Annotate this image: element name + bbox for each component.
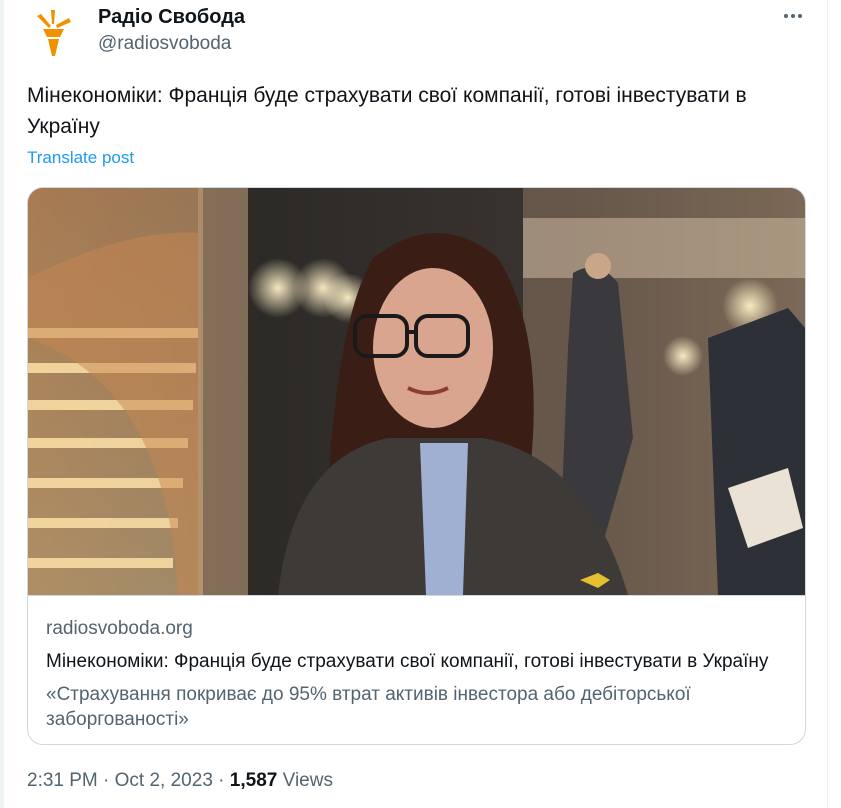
views-label: Views [282,770,333,791]
author-name[interactable]: Радіо Свобода [98,5,245,29]
link-card[interactable]: radiosvoboda.org Мінекономіки: Франція б… [27,187,806,745]
timeline-left-border [0,0,4,808]
tweet-date[interactable]: Oct 2, 2023 [115,770,213,791]
tweet-time[interactable]: 2:31 PM [27,770,98,791]
card-description: «Страхування покриває до 95% втрат актив… [46,684,691,730]
translate-post-link[interactable]: Translate post [27,148,134,168]
more-dot [784,14,788,18]
tweet-meta: 2:31 PM · Oct 2, 2023 · 1,587 Views [27,769,333,793]
card-domain: radiosvoboda.org [46,618,193,639]
card-title: Мінекономіки: Франція буде страхувати св… [46,651,769,672]
more-dot [798,14,802,18]
meta-separator: · [103,770,110,791]
views-count: 1,587 [229,770,278,791]
tweet-text: Мінекономіки: Франція буде страхувати св… [27,84,747,138]
card-image [28,188,805,595]
more-options-icon[interactable] [780,6,806,26]
radio-svoboda-torch-logo-icon [37,10,71,56]
author-handle[interactable]: @radiosvoboda [98,33,231,55]
meta-separator: · [218,770,225,791]
more-dot [791,14,795,18]
avatar[interactable] [27,6,79,58]
timeline-right-border [827,0,828,808]
card-info[interactable]: radiosvoboda.org Мінекономіки: Франція б… [28,595,805,744]
